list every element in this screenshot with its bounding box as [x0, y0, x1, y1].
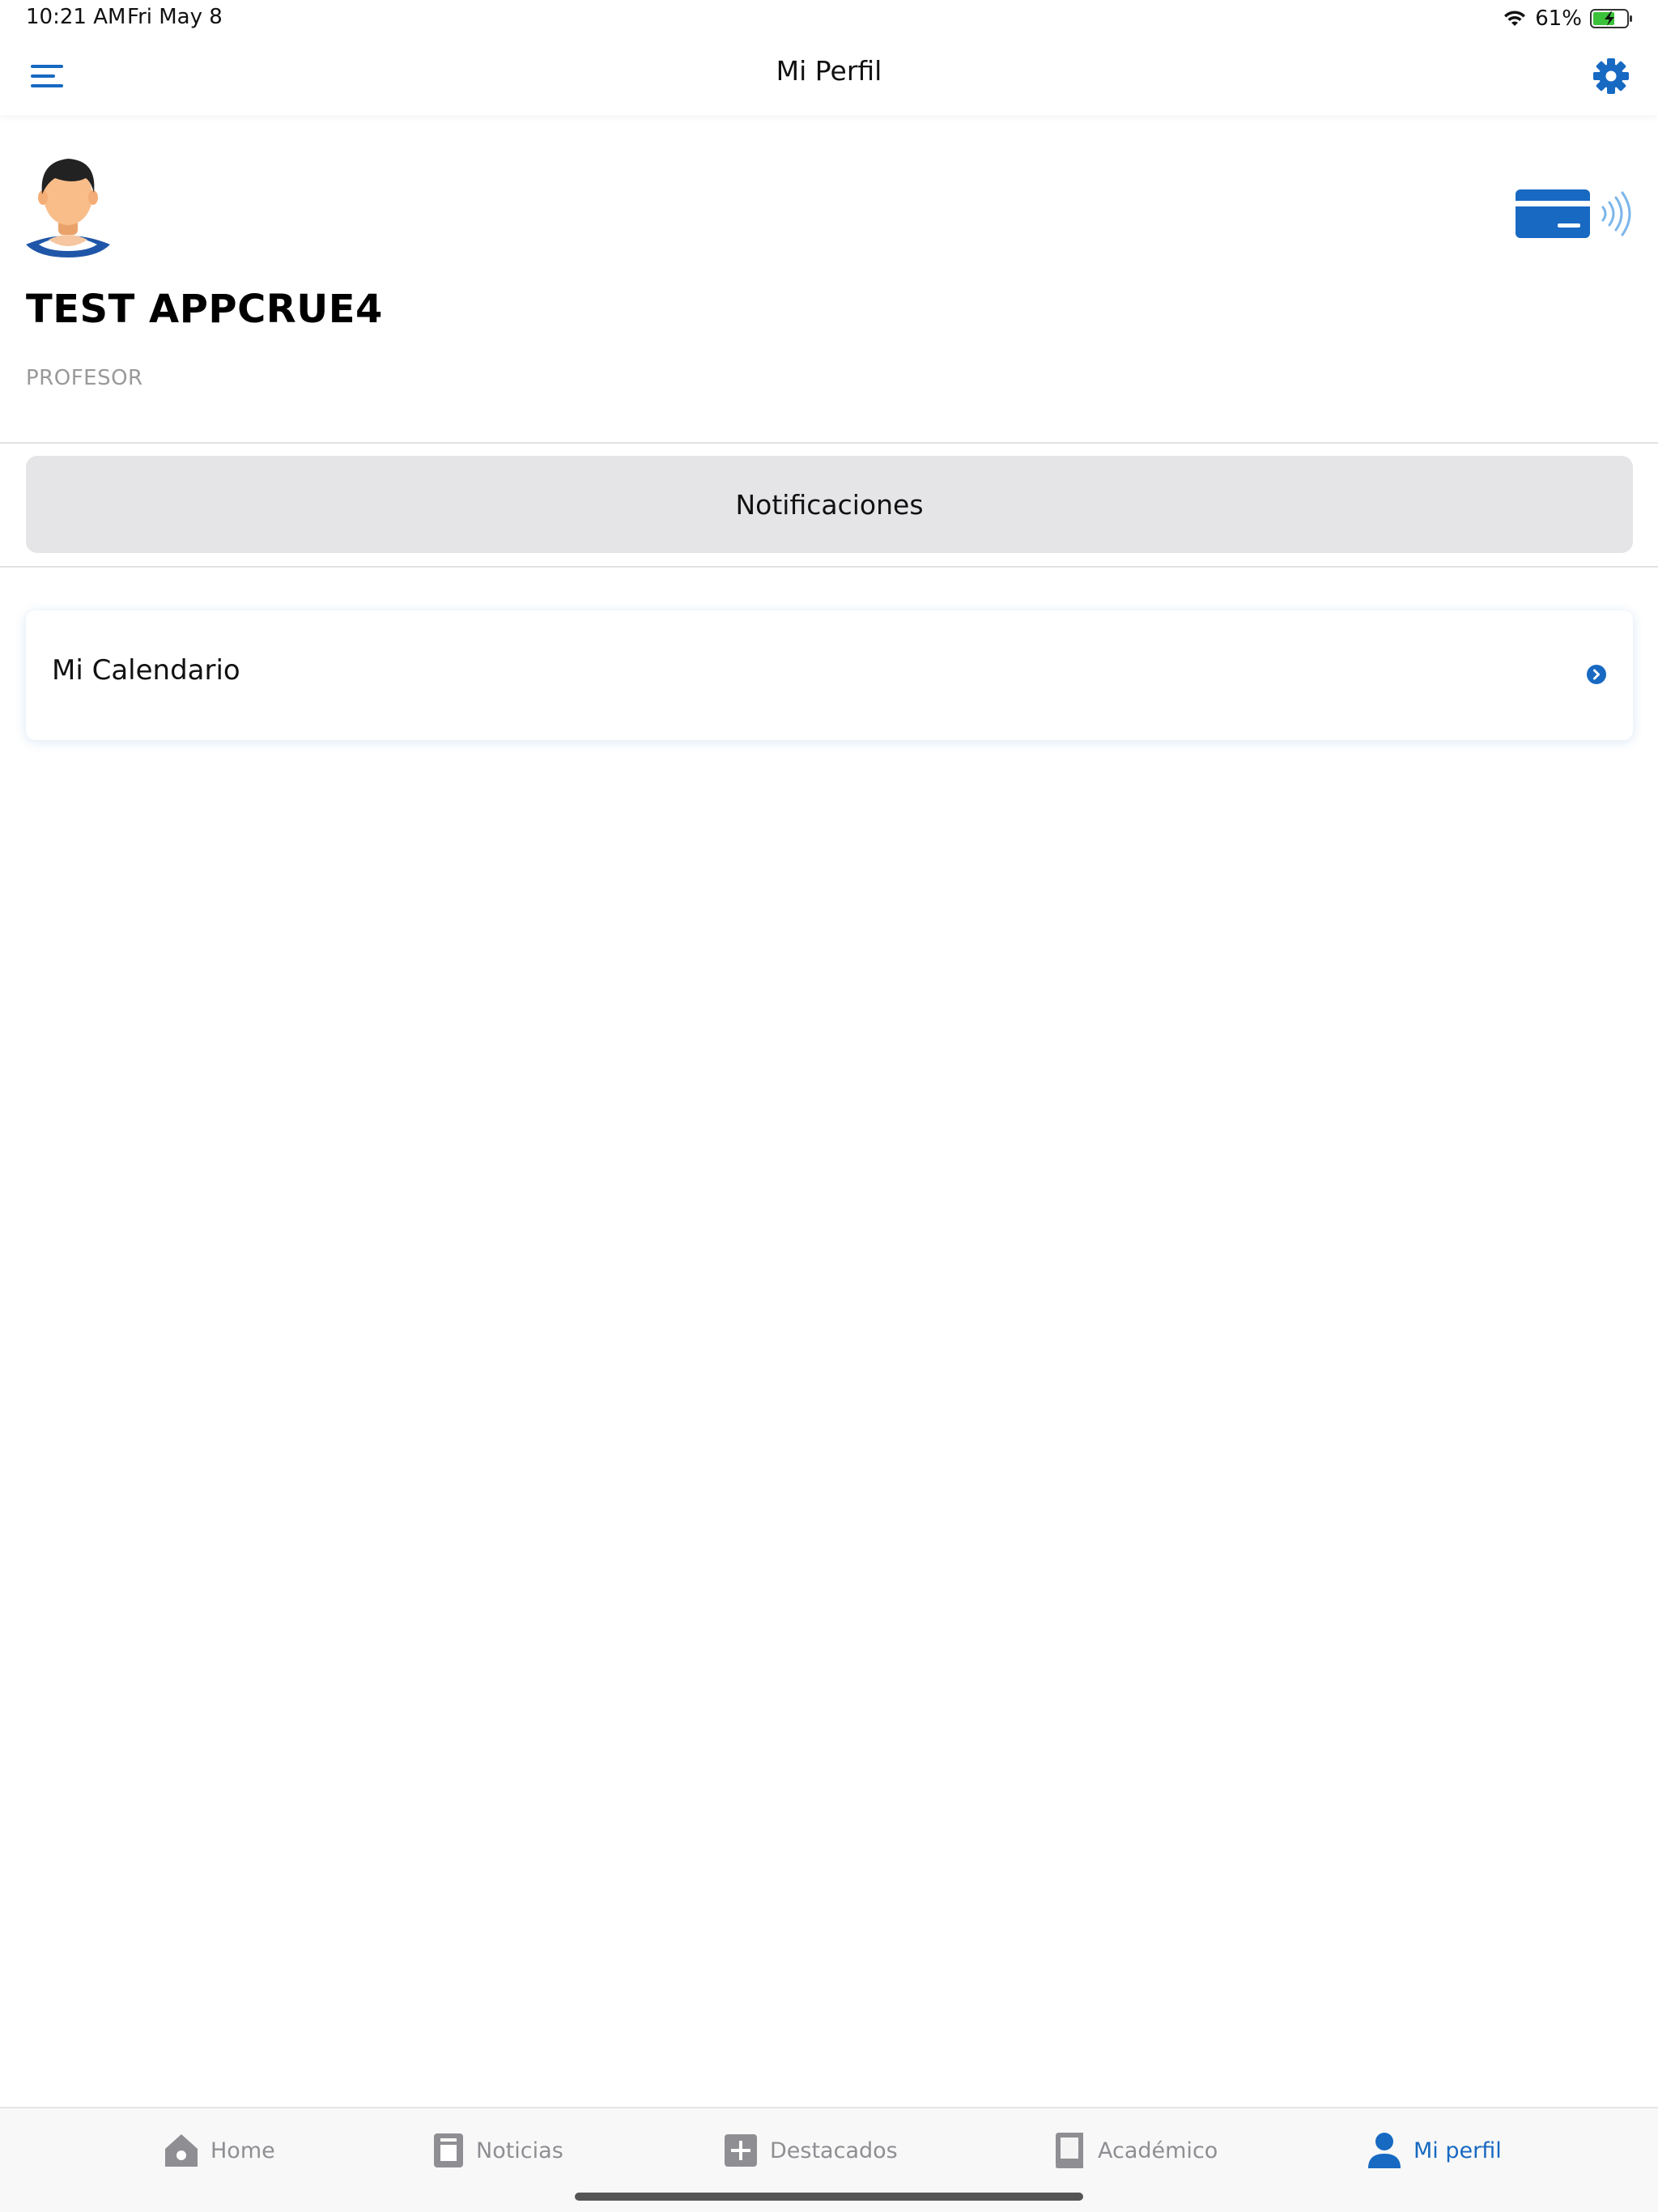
nfc-card-icon: [1516, 189, 1631, 238]
status-date: Fri May 8: [127, 5, 223, 29]
profile-role: PROFESOR: [26, 366, 143, 390]
battery-charging-icon: [1590, 9, 1632, 28]
battery-percent: 61%: [1535, 6, 1582, 31]
wifi-icon: [1504, 11, 1526, 26]
tab-label: Home: [210, 2138, 275, 2163]
tab-mi-perfil[interactable]: Mi perfil: [1367, 2126, 1502, 2175]
plus-square-icon: [725, 2134, 757, 2167]
gear-icon: [1593, 58, 1629, 94]
status-right: 61%: [1503, 6, 1634, 31]
tab-noticias[interactable]: Noticias: [432, 2126, 563, 2175]
nav-bar: Mi Perfil: [0, 37, 1658, 115]
notifications-button[interactable]: Notificaciones: [26, 456, 1633, 553]
settings-button[interactable]: [1588, 53, 1634, 99]
divider: [0, 442, 1658, 444]
nfc-card-button[interactable]: [1514, 181, 1634, 246]
tab-bar: Home Noticias Destacados Académico Mi pe…: [0, 2107, 1658, 2212]
page-title: Mi Perfil: [776, 55, 882, 87]
book-icon: [1056, 2133, 1083, 2168]
user-icon: [1368, 2133, 1401, 2168]
chevron-right-circle-icon: [1587, 665, 1606, 684]
status-bar: 10:21 AM Fri May 8 61%: [0, 0, 1658, 37]
home-indicator: [575, 2193, 1083, 2201]
tab-academico[interactable]: Académico: [1052, 2126, 1218, 2175]
calendar-row[interactable]: Mi Calendario: [26, 610, 1633, 740]
tab-destacados[interactable]: Destacados: [723, 2126, 898, 2175]
news-icon: [434, 2133, 463, 2167]
tab-home[interactable]: Home: [164, 2126, 275, 2175]
tab-label: Noticias: [476, 2138, 563, 2163]
avatar: [18, 152, 118, 257]
tab-label: Destacados: [770, 2138, 898, 2163]
profile-section: TEST APPCRUE4 PROFESOR: [0, 115, 1658, 443]
profile-name: TEST APPCRUE4: [26, 287, 383, 332]
divider: [0, 566, 1658, 568]
tab-label: Mi perfil: [1414, 2138, 1502, 2163]
tab-label: Académico: [1098, 2138, 1218, 2163]
status-time: 10:21 AM: [26, 5, 126, 29]
calendar-label: Mi Calendario: [52, 654, 240, 687]
home-icon: [165, 2134, 198, 2167]
